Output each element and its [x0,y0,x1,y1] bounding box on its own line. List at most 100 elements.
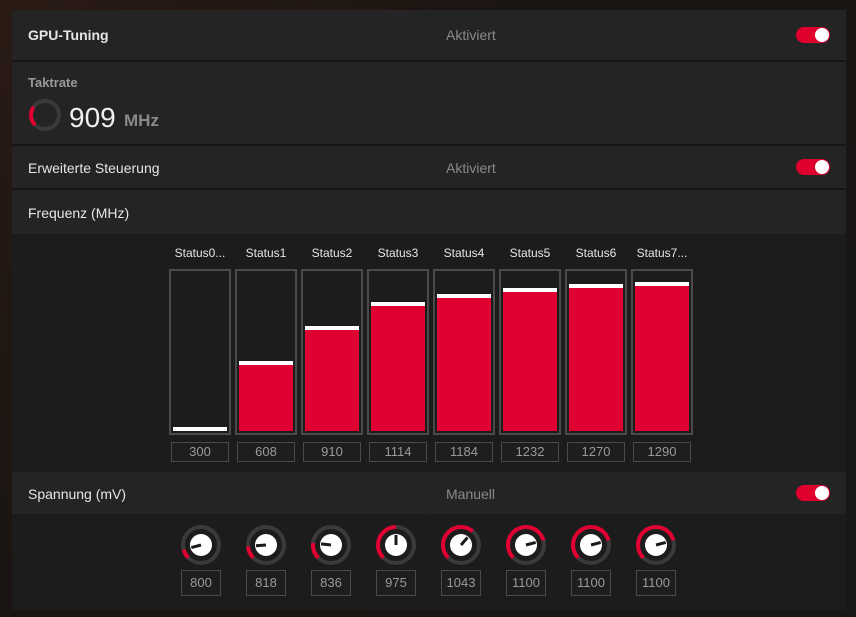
frequency-bar-fill [503,288,557,431]
voltage-value-input[interactable]: 800 [181,570,221,596]
frequency-value-input[interactable]: 1270 [567,442,625,462]
toggle-knob [815,28,829,42]
voltage-state-6: 1100 [570,524,612,600]
advanced-toggle[interactable] [796,159,830,175]
voltage-value-input[interactable]: 1100 [636,570,676,596]
advanced-label-cell: Erweiterte Steuerung [12,146,428,188]
frequency-slider-handle[interactable] [371,302,425,307]
frequency-slider-handle[interactable] [503,288,557,293]
voltage-value-input[interactable]: 1100 [571,570,611,596]
voltage-label-cell: Spannung (mV) [12,472,428,514]
frequency-state-4: Status4 1184 [433,246,495,468]
frequency-slider[interactable] [499,269,561,435]
clock-gauge-icon [29,99,61,131]
state-label: Status0... [174,246,226,260]
frequency-bar-fill [173,427,227,431]
clock-label: Taktrate [28,75,78,90]
frequency-slider-handle[interactable] [305,325,359,330]
frequency-slider-handle[interactable] [239,360,293,365]
voltage-label: Spannung (mV) [28,486,127,502]
state-label: Status1 [245,246,287,260]
voltage-knob[interactable] [245,524,287,566]
advanced-label: Erweiterte Steuerung [28,160,160,176]
frequency-slider[interactable] [301,269,363,435]
frequency-slider[interactable] [235,269,297,435]
voltage-state-0: 800 [180,524,222,600]
knob-pointer [320,542,332,547]
voltage-toggle[interactable] [796,485,830,501]
frequency-state-1: Status1 608 [235,246,297,468]
voltage-state-4: 1043 [440,524,482,600]
state-label: Status2 [311,246,353,260]
clock-value: 909 [69,102,116,133]
voltage-value-input[interactable]: 836 [311,570,351,596]
frequency-slider[interactable] [367,269,429,435]
frequency-value-input[interactable]: 608 [237,442,295,462]
frequency-state-0: Status0... 300 [169,246,231,468]
gpu-tuning-row: GPU-Tuning Aktiviert [12,10,846,60]
frequency-slider[interactable] [565,269,627,435]
gpu-tuning-label: GPU-Tuning [28,27,109,43]
frequency-state-5: Status5 1232 [499,246,561,468]
clock-unit: MHz [124,111,159,130]
voltage-knob[interactable] [310,524,352,566]
voltage-value-input[interactable]: 1043 [441,570,481,596]
voltage-knob[interactable] [375,524,417,566]
voltage-mode: Manuell [446,486,496,502]
knob-arc [181,549,190,560]
advanced-row: Erweiterte Steuerung Aktiviert [12,146,846,188]
frequency-slider-handle[interactable] [569,284,623,289]
voltage-state-2: 836 [310,524,352,600]
voltage-state-1: 818 [245,524,287,600]
state-label: Status3 [377,246,419,260]
state-label: Status5 [509,246,551,260]
state-label: Status4 [443,246,485,260]
voltage-knob[interactable] [180,524,222,566]
voltage-value-input[interactable]: 975 [376,570,416,596]
toggle-knob [815,160,829,174]
knob-arc [311,542,320,560]
clock-row: Taktrate 909 MHz [12,62,846,144]
knob-pointer [255,543,267,548]
frequency-slider-handle[interactable] [635,281,689,286]
gpu-tuning-label-cell: GPU-Tuning [12,10,428,60]
frequency-label: Frequenz (MHz) [28,205,130,221]
voltage-knob[interactable] [505,524,547,566]
state-label: Status7... [636,246,688,260]
frequency-slider-handle[interactable] [437,294,491,298]
frequency-bar-fill [371,302,425,431]
voltage-mode-cell: Manuell [430,472,846,514]
frequency-slider[interactable] [169,269,231,435]
frequency-slider-handle[interactable] [173,427,227,431]
frequency-slider[interactable] [631,269,693,435]
advanced-status-cell: Aktiviert [430,146,846,188]
voltage-state-5: 1100 [505,524,547,600]
frequency-state-3: Status3 1114 [367,246,429,468]
voltage-state-7: 1100 [635,524,677,600]
frequency-bar-fill [635,281,689,431]
frequency-value-input[interactable]: 910 [303,442,361,462]
toggle-knob [815,486,829,500]
gpu-tuning-toggle[interactable] [796,27,830,43]
frequency-value-input[interactable]: 1290 [633,442,691,462]
voltage-knob[interactable] [570,524,612,566]
advanced-status: Aktiviert [446,160,496,176]
frequency-value-input[interactable]: 1232 [501,442,559,462]
frequency-value-input[interactable]: 1114 [369,442,427,462]
voltage-value-input[interactable]: 1100 [506,570,546,596]
frequency-bar-fill [239,360,293,431]
gpu-tuning-status: Aktiviert [446,27,496,43]
state-label: Status6 [575,246,617,260]
voltage-knob[interactable] [635,524,677,566]
gpu-tuning-panel: GPU-Tuning Aktiviert Taktrate 909 MHz Er… [12,10,846,610]
frequency-row: Frequenz (MHz) [12,190,846,234]
frequency-state-7: Status7... 1290 [631,246,693,468]
frequency-value-input[interactable]: 300 [171,442,229,462]
frequency-value-input[interactable]: 1184 [435,442,493,462]
frequency-state-2: Status2 910 [301,246,363,468]
voltage-knob[interactable] [440,524,482,566]
voltage-row: Spannung (mV) Manuell [12,472,846,514]
voltage-value-input[interactable]: 818 [246,570,286,596]
voltage-state-3: 975 [375,524,417,600]
frequency-slider[interactable] [433,269,495,435]
